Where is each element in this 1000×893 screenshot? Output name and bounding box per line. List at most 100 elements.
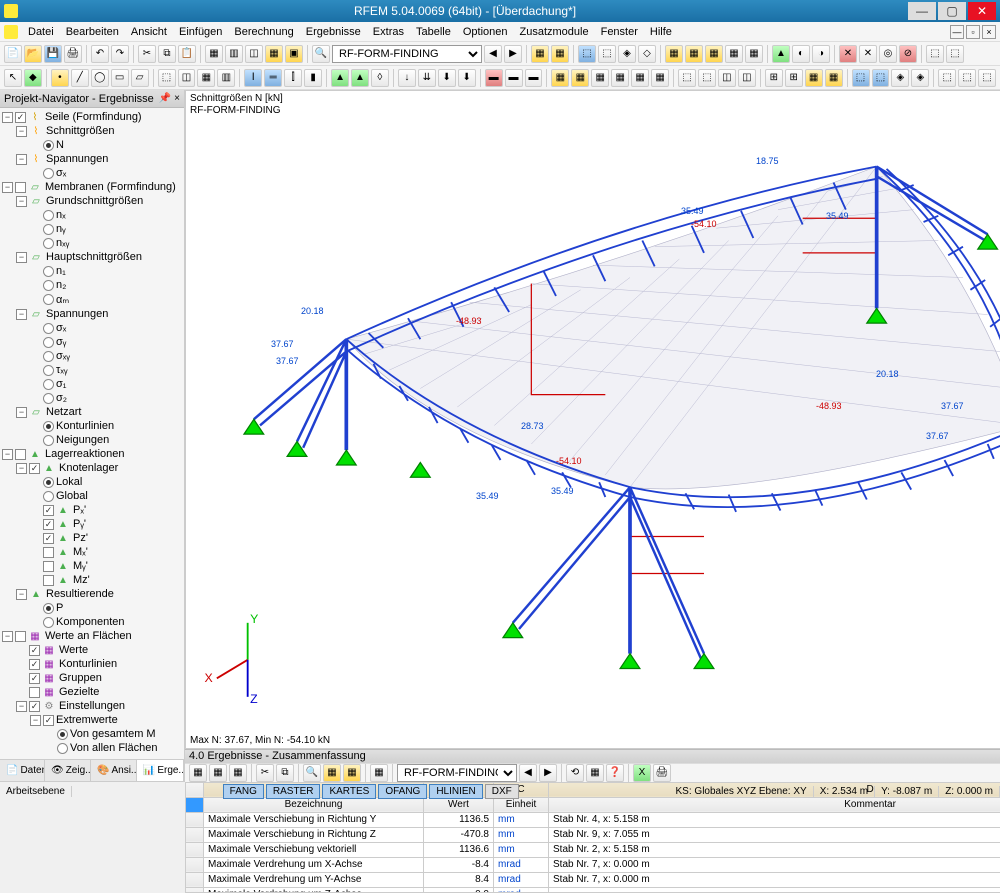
- nav-tab-ansi[interactable]: 🎨Ansi...: [91, 760, 137, 781]
- rt-8[interactable]: ▦: [343, 764, 361, 782]
- tree-sigma-x[interactable]: σₓ: [2, 166, 182, 180]
- tb-prev[interactable]: ◀: [484, 45, 502, 63]
- rt-excel[interactable]: X: [633, 764, 651, 782]
- tb-i4[interactable]: ▦: [265, 45, 283, 63]
- nav-pin-icon[interactable]: 📌 ×: [159, 93, 180, 104]
- mdi-restore[interactable]: ▫: [966, 25, 980, 39]
- tree-schnitt[interactable]: −⌇Schnittgrößen: [2, 124, 182, 138]
- nav-tree[interactable]: −✓⌇Seile (Formfindung) −⌇Schnittgrößen N…: [0, 108, 184, 759]
- tb-i3[interactable]: ◫: [245, 45, 263, 63]
- tree-neig[interactable]: Neigungen: [2, 433, 182, 447]
- menu-optionen[interactable]: Optionen: [457, 24, 514, 40]
- tree-sy[interactable]: σᵧ: [2, 335, 182, 349]
- tb-r1[interactable]: ▦: [531, 45, 549, 63]
- tb-open[interactable]: 📂: [24, 45, 42, 63]
- rt-11[interactable]: ▦: [586, 764, 604, 782]
- t2-27[interactable]: ▦: [571, 69, 589, 87]
- tb-e2[interactable]: ⬚: [946, 45, 964, 63]
- menu-hilfe[interactable]: Hilfe: [644, 24, 678, 40]
- tree-komp[interactable]: Komponenten: [2, 615, 182, 629]
- tb-v3[interactable]: ◈: [618, 45, 636, 63]
- t2-44[interactable]: ⬚: [938, 69, 956, 87]
- tb-paste[interactable]: 📋: [178, 45, 196, 63]
- tb-g3[interactable]: ◑: [812, 45, 830, 63]
- t2-46[interactable]: ⬚: [978, 69, 996, 87]
- tree-spann2[interactable]: −▱Spannungen: [2, 307, 182, 321]
- rt-print[interactable]: 🖨: [653, 764, 671, 782]
- sbtn-ofang[interactable]: OFANG: [378, 784, 427, 799]
- tb-next[interactable]: ▶: [504, 45, 522, 63]
- menu-tabelle[interactable]: Tabelle: [410, 24, 457, 40]
- rt-next[interactable]: ▶: [539, 764, 557, 782]
- sbtn-dxf[interactable]: DXF: [485, 784, 519, 799]
- tree-px[interactable]: ✓▲Pₓ': [2, 503, 182, 517]
- t2-38[interactable]: ▦: [805, 69, 823, 87]
- t2-11[interactable]: ▥: [217, 69, 235, 87]
- t2-20[interactable]: ⇊: [418, 69, 436, 87]
- tree-membranen[interactable]: −▱Membranen (Formfindung): [2, 180, 182, 194]
- tb-v4[interactable]: ◇: [638, 45, 656, 63]
- tree-von-ges[interactable]: Von gesamtem M: [2, 727, 182, 741]
- t2-7[interactable]: ▱: [131, 69, 149, 87]
- tree-extrem[interactable]: −✓Extremwerte: [2, 713, 182, 727]
- tree-kontur2[interactable]: ✓▦Konturlinien: [2, 657, 182, 671]
- menu-ansicht[interactable]: Ansicht: [125, 24, 173, 40]
- tb-c4[interactable]: ▦: [725, 45, 743, 63]
- loadcase-combo[interactable]: RF-FORM-FINDING: [332, 45, 482, 63]
- tree-werte[interactable]: ✓▦Werte: [2, 643, 182, 657]
- tb-g1[interactable]: ▲: [772, 45, 790, 63]
- t2-16[interactable]: ▲: [331, 69, 349, 87]
- t2-13[interactable]: ═: [264, 69, 282, 87]
- tb-find[interactable]: 🔍: [312, 45, 330, 63]
- tree-s2[interactable]: σ₂: [2, 391, 182, 405]
- t2-19[interactable]: ↓: [398, 69, 416, 87]
- rt-prev[interactable]: ◀: [519, 764, 537, 782]
- t2-33[interactable]: ⬚: [698, 69, 716, 87]
- menu-extras[interactable]: Extras: [367, 24, 410, 40]
- rt-10[interactable]: ⟲: [566, 764, 584, 782]
- t2-6[interactable]: ▭: [111, 69, 129, 87]
- t2-1[interactable]: ↖: [4, 69, 22, 87]
- t2-21[interactable]: ⬇: [438, 69, 456, 87]
- tree-pz[interactable]: ✓▲Pz': [2, 531, 182, 545]
- tree-my[interactable]: ▲Mᵧ': [2, 559, 182, 573]
- t2-12[interactable]: Ⅰ: [244, 69, 262, 87]
- rt-1[interactable]: ▦: [189, 764, 207, 782]
- tree-sx[interactable]: σₓ: [2, 321, 182, 335]
- t2-9[interactable]: ◫: [178, 69, 196, 87]
- tb-c2[interactable]: ▦: [685, 45, 703, 63]
- rt-4[interactable]: ✂: [256, 764, 274, 782]
- t2-2[interactable]: ◆: [24, 69, 42, 87]
- maximize-button[interactable]: ▢: [938, 2, 966, 20]
- tb-g2[interactable]: ◐: [792, 45, 810, 63]
- tb-redo[interactable]: ↷: [111, 45, 129, 63]
- tb-new[interactable]: 📄: [4, 45, 22, 63]
- close-button[interactable]: ✕: [968, 2, 996, 20]
- tb-e1[interactable]: ⬚: [926, 45, 944, 63]
- t2-18[interactable]: ◊: [371, 69, 389, 87]
- tb-cut[interactable]: ✂: [138, 45, 156, 63]
- tb-v2[interactable]: ⬚: [598, 45, 616, 63]
- tree-kontur[interactable]: Konturlinien: [2, 419, 182, 433]
- tree-global[interactable]: Global: [2, 489, 182, 503]
- t2-22[interactable]: ⬇: [458, 69, 476, 87]
- rt-12[interactable]: ❓: [606, 764, 624, 782]
- tb-undo[interactable]: ↶: [91, 45, 109, 63]
- tb-print[interactable]: 🖨: [64, 45, 82, 63]
- t2-36[interactable]: ⊞: [765, 69, 783, 87]
- tb-d3[interactable]: ◎: [879, 45, 897, 63]
- t2-17[interactable]: ▲: [351, 69, 369, 87]
- sbtn-kartes[interactable]: KARTES: [322, 784, 376, 799]
- t2-28[interactable]: ▦: [591, 69, 609, 87]
- tree-mz[interactable]: ▲Mz': [2, 573, 182, 587]
- tree-p[interactable]: P: [2, 601, 182, 615]
- mdi-minimize[interactable]: —: [950, 25, 964, 39]
- t2-29[interactable]: ▦: [611, 69, 629, 87]
- tree-sxy[interactable]: σₓᵧ: [2, 349, 182, 363]
- tree-netzart[interactable]: −▱Netzart: [2, 405, 182, 419]
- t2-24[interactable]: ▬: [505, 69, 523, 87]
- tb-i2[interactable]: ▥: [225, 45, 243, 63]
- t2-37[interactable]: ⊞: [785, 69, 803, 87]
- nav-tab-zeig[interactable]: 👁Zeig...: [45, 760, 91, 781]
- t2-8[interactable]: ⬚: [158, 69, 176, 87]
